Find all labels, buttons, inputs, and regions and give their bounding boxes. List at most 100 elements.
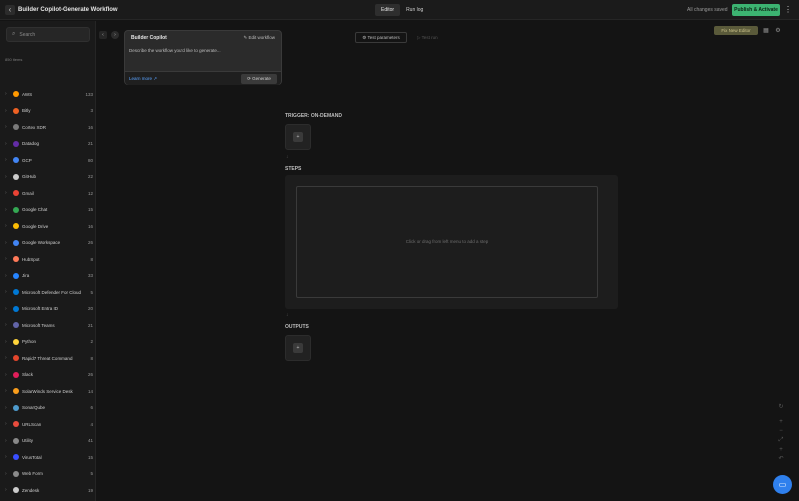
edit-workflow-label: Edit workflow [248,35,275,40]
builder-copilot-panel: Builder Copilot ✎ Edit workflow Describe… [124,30,282,85]
top-bar: ‹ Builder Copilot-Generate Workflow Edit… [0,0,799,20]
zoom-out-icon[interactable]: − [777,427,785,435]
chevron-right-icon: › [5,206,7,213]
search-input[interactable] [19,31,80,38]
sidebar-item[interactable]: › URLScan 4 [0,418,96,430]
sidebar-item-count: 15 [87,207,93,212]
test-run-button[interactable]: ▷ Test run [417,32,445,43]
sidebar-item[interactable]: › Gmail 12 [0,187,96,199]
learn-more-link[interactable]: Learn more ↗ [129,76,157,82]
steps-label: STEPS [285,166,302,172]
sidebar-item-label: Zendesk [22,487,40,493]
integration-logo-icon [13,223,19,229]
sidebar-item[interactable]: › Microsoft Entra ID 20 [0,303,96,315]
sidebar-item-count: 16 [87,223,93,229]
sidebar-item-count: 3 [90,108,93,113]
integration-logo-icon [13,256,19,262]
publish-activate-button[interactable]: Publish & Activate [732,4,780,16]
steps-dropzone[interactable]: Click or drag from left menu to add a st… [296,186,598,298]
sidebar-item-label: Web Form [22,471,43,476]
fix-editor-button[interactable]: Fix New Editor [714,26,758,35]
chevron-right-icon[interactable]: › [111,31,119,39]
integration-logo-icon [13,91,19,97]
sidebar-item-label: SolarWinds Service Desk [22,388,73,394]
sidebar-item[interactable]: › Bitly 3 [0,105,96,117]
integration-logo-icon [13,124,19,130]
sidebar-item[interactable]: › Jira 33 [0,270,96,282]
sidebar-item[interactable]: › VirusTotal 15 [0,451,96,463]
steps-container: Click or drag from left menu to add a st… [285,175,618,309]
sidebar-item[interactable]: › Python 2 [0,336,96,348]
chevron-right-icon: › [5,157,7,163]
chevron-right-icon: › [5,355,7,361]
sidebar-item-count: 8 [90,355,93,361]
sidebar-item[interactable]: › HubSpot 8 [0,253,96,265]
sidebar-item[interactable]: › Google Drive 16 [0,220,96,232]
arrow-down-icon: ↓ [286,154,289,160]
learn-more-label: Learn more [129,76,153,81]
generate-label: Generate [252,76,271,81]
chevron-right-icon: › [5,223,7,229]
sidebar-item[interactable]: › Microsoft Teams 21 [0,319,96,331]
generate-button[interactable]: ⟳ Generate [241,74,277,84]
add-icon[interactable]: + [293,343,303,353]
tab-editor[interactable]: Editor [375,4,401,16]
add-node-icon[interactable]: + [777,446,785,454]
sidebar-item-count: 12 [87,190,93,196]
sidebar-item[interactable]: › Cortex XDR 16 [0,121,96,133]
sidebar-item[interactable]: › Datadog 21 [0,138,96,150]
sidebar-item-label: VirusTotal [22,454,42,460]
tab-run-log[interactable]: Run log [400,4,429,16]
sidebar-item[interactable]: › Zendesk 19 [0,484,96,496]
sidebar-item[interactable]: › AWS 133 [0,88,96,100]
settings-icon[interactable]: ⚙ [774,27,782,35]
copilot-prompt-input[interactable]: Describe the workflow you'd like to gene… [129,48,277,58]
grid-icon[interactable]: ▦ [762,27,770,35]
arrow-left-icon[interactable]: ‹ [5,5,15,15]
sidebar-item[interactable]: › SolarWinds Service Desk 14 [0,385,96,397]
trigger-node[interactable]: + [285,124,311,150]
chevron-right-icon: › [5,107,7,114]
sidebar-item[interactable]: › GCP 80 [0,154,96,166]
sidebar-item-label: Datadog [22,141,40,146]
outputs-node[interactable]: + [285,335,311,361]
undo-icon[interactable]: ↶ [777,455,785,463]
sidebar-item-label: Microsoft Defender For Cloud [22,289,82,295]
chat-icon[interactable]: ▭ [773,475,792,494]
sidebar-item-count: 80 [87,157,93,163]
sidebar-item-label: HubSpot [22,256,40,262]
chevron-right-icon: › [5,256,7,262]
sidebar-item-label: Slack [22,372,34,377]
chevron-right-icon: › [5,305,7,312]
refresh-icon[interactable]: ↻ [777,403,785,411]
sidebar-item[interactable]: › Rapid7 Threat Command 8 [0,352,96,364]
fit-view-icon[interactable]: ⤢ [777,436,785,444]
steps-hint: Click or drag from left menu to add a st… [405,239,489,244]
zoom-in-icon[interactable]: + [777,418,785,426]
sidebar-item[interactable]: › Microsoft Defender For Cloud 5 [0,286,96,298]
chevron-right-icon: › [5,371,7,378]
sidebar-item[interactable]: › Web Form 5 [0,468,96,480]
app-root: ‹ Builder Copilot-Generate Workflow Edit… [0,0,799,501]
sidebar-item-label: Microsoft Teams [22,322,55,328]
sidebar-item[interactable]: › Google Chat 15 [0,204,96,216]
edit-workflow-link[interactable]: ✎ Edit workflow [243,35,275,41]
sidebar-item[interactable]: › Google Workspace 26 [0,237,96,249]
search-field[interactable]: ⌕ [6,27,90,42]
sidebar-item[interactable]: › Slack 26 [0,369,96,381]
test-parameters-label: Test parameters [367,35,400,40]
test-parameters-button[interactable]: ⚙ Test parameters [355,32,407,43]
collapse-sidebar-icon[interactable]: ‹ [99,31,107,39]
sidebar-item[interactable]: › GitHub 22 [0,171,96,183]
chevron-right-icon: › [5,272,7,279]
sidebar-item-count: 2 [90,339,93,344]
sidebar-item-count: 26 [87,372,93,377]
add-icon[interactable]: + [293,132,303,142]
sidebar-item-count: 133 [85,91,93,97]
kebab-icon[interactable]: ⋮ [784,4,792,16]
sidebar-item[interactable]: › SonarQube 6 [0,402,96,414]
sidebar-item[interactable]: › Utility 41 [0,435,96,447]
chevron-right-icon: › [5,421,7,427]
chevron-right-icon: › [5,404,7,411]
items-count: 850 items [5,57,23,62]
